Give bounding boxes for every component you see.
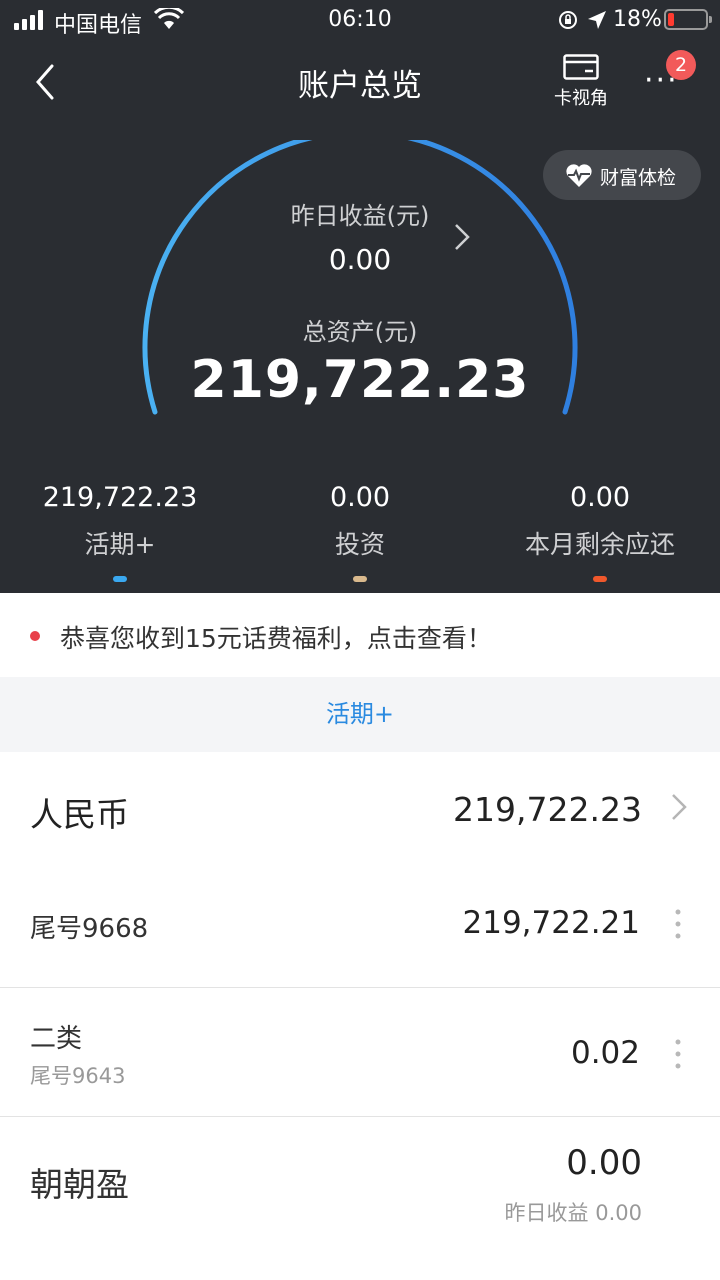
account-row[interactable]: 二类 尾号9643 0.02 (0, 988, 720, 1116)
notice-text: 恭喜您收到15元话费福利，点击查看！ (60, 624, 492, 653)
currency-name: 人民币 (30, 795, 129, 834)
notification-badge: 2 (666, 50, 696, 80)
currency-amount: 219,722.23 (453, 790, 642, 829)
card-icon (563, 54, 599, 80)
kebab-menu-icon[interactable] (670, 904, 686, 944)
location-icon (588, 11, 606, 29)
stat-marker (353, 576, 367, 582)
account-subtitle: 尾号9643 (30, 1064, 126, 1088)
battery-icon (664, 9, 712, 30)
stat-value: 219,722.23 (42, 482, 198, 513)
card-view-label: 卡视角 (554, 88, 608, 109)
stat-repayment[interactable]: 0.00 本月剩余应还 (480, 482, 720, 582)
yesterday-earnings-value: 0.00 (328, 243, 392, 276)
total-assets-label: 总资产(元) (302, 318, 418, 346)
stat-marker (593, 576, 607, 582)
rotation-lock-icon (559, 11, 577, 29)
stat-value: 0.00 (329, 482, 391, 513)
stat-label: 本月剩余应还 (524, 530, 675, 559)
status-time: 06:10 (328, 7, 392, 32)
kebab-menu-icon[interactable] (670, 1034, 686, 1074)
section-header: 活期+ (0, 677, 720, 752)
product-yesterday-value: 0.00 (595, 1201, 642, 1225)
product-yesterday-label: 昨日收益 (504, 1201, 589, 1225)
notice-dot (30, 631, 40, 641)
stat-demand-deposit[interactable]: 219,722.23 活期+ (0, 482, 240, 582)
wealth-check-label: 财富体检 (600, 167, 677, 189)
stat-label: 投资 (334, 530, 385, 559)
product-yesterday: 昨日收益 0.00 (505, 1197, 642, 1227)
chevron-right-icon (672, 794, 687, 820)
account-amount: 0.02 (570, 1035, 640, 1071)
account-name: 尾号9668 (30, 914, 149, 944)
account-row[interactable]: 尾号9668 219,722.21 (0, 864, 720, 987)
stat-label: 活期+ (84, 530, 156, 559)
card-view-button[interactable]: 卡视角 (546, 54, 616, 116)
currency-row[interactable]: 人民币 219,722.23 (0, 752, 720, 864)
product-row[interactable]: 朝朝盈 0.00 昨日收益 0.00 (0, 1117, 720, 1280)
status-bar: 中国电信 06:10 18% (0, 0, 720, 40)
total-assets-value: 219,722.23 (190, 350, 530, 410)
section-title: 活期+ (325, 700, 395, 728)
account-name: 二类 (30, 1024, 83, 1054)
stat-value: 0.00 (569, 482, 631, 513)
promo-notice[interactable]: 恭喜您收到15元话费福利，点击查看！ (0, 593, 720, 677)
stat-investment[interactable]: 0.00 投资 (240, 482, 480, 582)
yesterday-earnings-label[interactable]: 昨日收益(元) (0, 196, 720, 231)
product-amount: 0.00 (566, 1143, 642, 1183)
stat-marker (113, 576, 127, 582)
product-name: 朝朝盈 (30, 1165, 129, 1204)
battery-percent: 18% (613, 7, 662, 32)
account-amount: 219,722.21 (462, 905, 641, 941)
